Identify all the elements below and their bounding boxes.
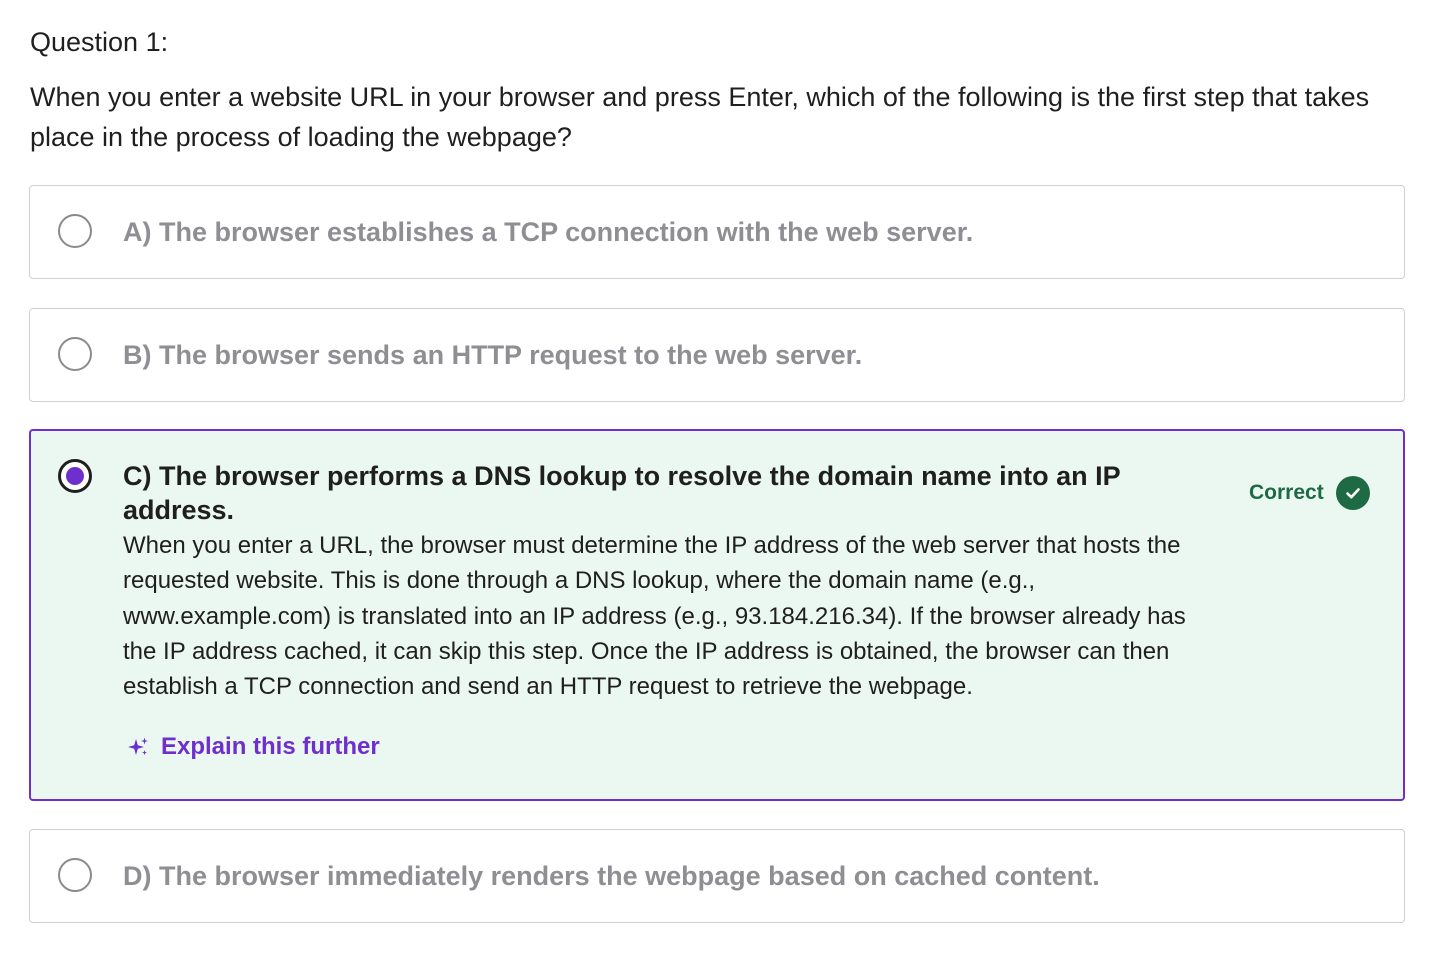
question-text: When you enter a website URL in your bro…	[30, 82, 1370, 152]
radio-selected-dot	[66, 467, 84, 485]
option-c-explanation: When you enter a URL, the browser must d…	[123, 532, 1186, 701]
explain-further-label: Explain this further	[161, 733, 380, 760]
option-d[interactable]: D) The browser immediately renders the w…	[29, 829, 1405, 923]
radio-button-a[interactable]	[58, 214, 92, 248]
option-c[interactable]: C) The browser performs a DNS lookup to …	[29, 429, 1405, 801]
option-d-label: D) The browser immediately renders the w…	[123, 861, 1100, 891]
check-circle-icon	[1335, 476, 1370, 510]
question-label: Question 1:	[30, 27, 169, 57]
correct-badge: Correct	[1249, 476, 1370, 510]
option-c-label: C) The browser performs a DNS lookup to …	[123, 461, 1121, 525]
option-b[interactable]: B) The browser sends an HTTP request to …	[29, 308, 1405, 402]
sparkle-icon	[127, 736, 149, 758]
radio-button-b[interactable]	[58, 337, 92, 371]
option-a[interactable]: A) The browser establishes a TCP connect…	[29, 185, 1405, 279]
option-b-label: B) The browser sends an HTTP request to …	[123, 340, 863, 370]
correct-status-text: Correct	[1249, 481, 1324, 504]
radio-button-d[interactable]	[58, 858, 92, 892]
radio-button-c-selected[interactable]	[58, 459, 92, 493]
option-a-label: A) The browser establishes a TCP connect…	[123, 217, 974, 247]
explain-further-link[interactable]: Explain this further	[127, 731, 380, 763]
